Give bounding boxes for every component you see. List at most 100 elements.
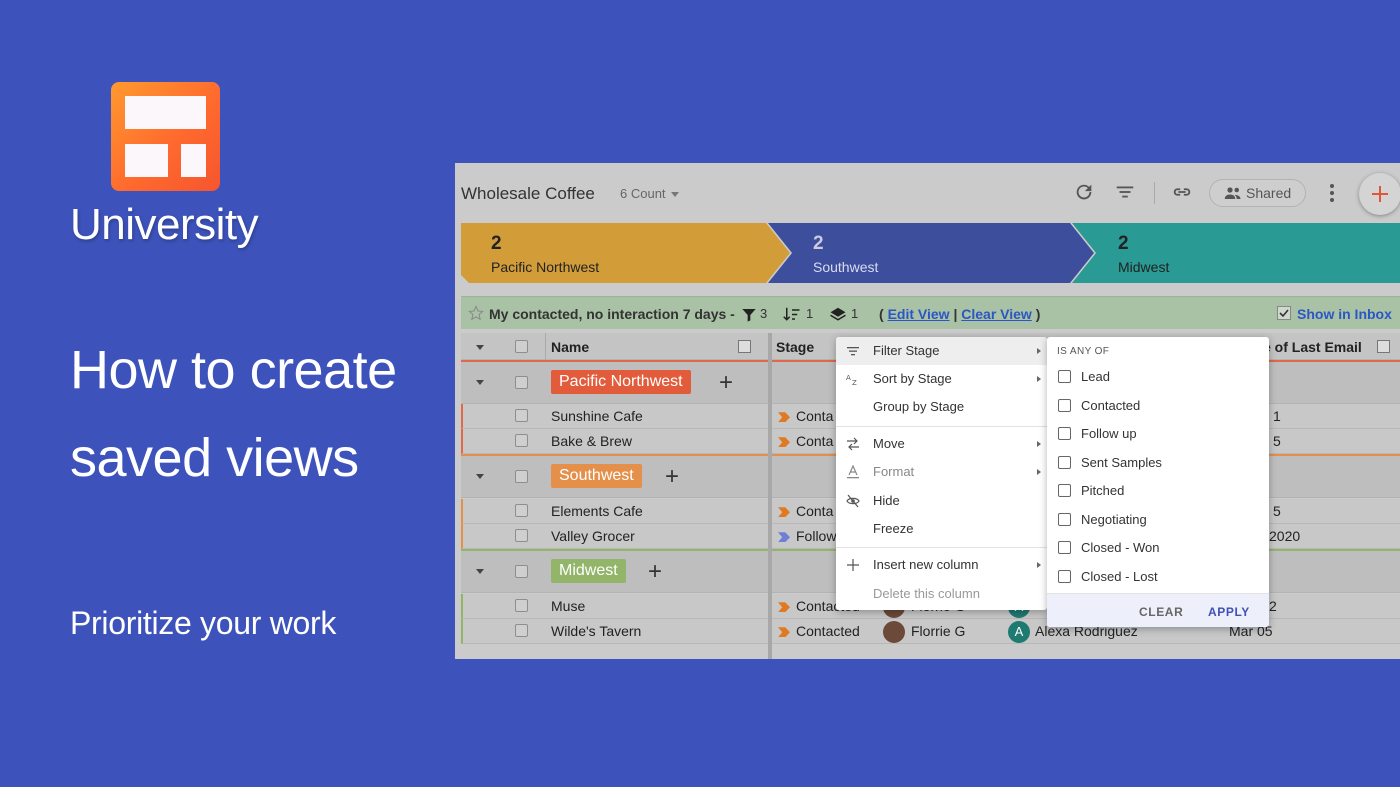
menu-item-hide[interactable]: Hide (836, 487, 1047, 515)
add-to-group-icon[interactable]: + (665, 465, 679, 489)
shared-button[interactable]: Shared (1209, 179, 1306, 207)
stage-chevron-icon (778, 532, 790, 543)
menu-item-delete-this-column[interactable]: Delete this column (836, 580, 1047, 608)
count-label: 6 Count (620, 186, 666, 201)
menu-item-format[interactable]: Format (836, 458, 1047, 486)
filter-option-closed-won[interactable]: Closed - Won (1047, 534, 1269, 562)
row-stage: Conta (778, 408, 833, 424)
select-all-checkbox[interactable] (515, 340, 528, 353)
stage-column-header[interactable]: Stage (776, 339, 814, 355)
option-checkbox[interactable] (1058, 399, 1071, 412)
option-checkbox[interactable] (1058, 570, 1071, 583)
plus-icon (1372, 186, 1388, 202)
add-to-group-icon[interactable]: + (648, 560, 662, 584)
row-last-email: 5 (1273, 433, 1281, 449)
row-checkbox[interactable] (515, 529, 528, 542)
filter-option-sent-samples[interactable]: Sent Samples (1047, 449, 1269, 477)
view-actions: ( Edit View | Clear View ) (879, 306, 1040, 322)
link-icon[interactable] (1171, 181, 1193, 203)
menu-item-label: Move (873, 436, 905, 451)
checkbox-checked-icon[interactable] (1277, 306, 1291, 320)
row-checkbox[interactable] (515, 504, 528, 517)
stage-count: 2 (1118, 233, 1129, 254)
headline-line-2: saved views (70, 428, 359, 488)
menu-item-move[interactable]: Move (836, 430, 1047, 458)
menu-item-sort-by-stage[interactable]: AZ Sort by Stage (836, 365, 1047, 393)
show-in-inbox-label: Show in Inbox (1297, 306, 1392, 322)
sort-az-icon: AZ (846, 374, 857, 386)
sort-count: 1 (806, 306, 814, 321)
add-to-group-icon[interactable]: + (719, 371, 733, 395)
filter-option-closed-lost[interactable]: Closed - Lost (1047, 563, 1269, 591)
row-name: Sunshine Cafe (551, 408, 643, 424)
stage-southwest[interactable]: 2 Southwest (775, 223, 1075, 283)
name-column-menu-icon[interactable] (738, 340, 751, 353)
option-label: Lead (1081, 369, 1110, 384)
row-name: Elements Cafe (551, 503, 643, 519)
row-checkbox[interactable] (515, 409, 528, 422)
submenu-arrow-icon (1037, 562, 1041, 568)
name-column-header[interactable]: Name (551, 339, 589, 355)
row-checkbox[interactable] (515, 624, 528, 637)
submenu-arrow-icon (1037, 348, 1041, 354)
show-in-inbox-link[interactable]: Show in Inbox (1297, 306, 1392, 322)
last-email-column-menu-icon[interactable] (1377, 340, 1390, 353)
submenu-title: IS ANY OF (1057, 346, 1110, 357)
submenu-arrow-icon (1037, 376, 1041, 382)
collapse-group-icon[interactable] (476, 474, 484, 479)
option-checkbox[interactable] (1058, 427, 1071, 440)
add-box-button[interactable] (1359, 173, 1400, 215)
filter-option-contacted[interactable]: Contacted (1047, 392, 1269, 420)
clear-view-link[interactable]: Clear View (961, 306, 1032, 322)
menu-item-label: Delete this column (873, 586, 980, 601)
stage-pacific-northwest[interactable]: 2 Pacific Northwest (455, 223, 775, 283)
row-checkbox[interactable] (515, 599, 528, 612)
row-stage-label: Conta (796, 503, 834, 519)
option-checkbox[interactable] (1058, 541, 1071, 554)
option-checkbox[interactable] (1058, 456, 1071, 469)
more-vert-icon[interactable] (1328, 183, 1336, 203)
svg-text:Z: Z (852, 379, 857, 386)
option-checkbox[interactable] (1058, 513, 1071, 526)
pipeline-title[interactable]: Wholesale Coffee (461, 184, 595, 204)
group-checkbox[interactable] (515, 565, 528, 578)
refresh-icon[interactable] (1073, 181, 1095, 203)
menu-item-freeze[interactable]: Freeze (836, 515, 1047, 543)
menu-item-label: Filter Stage (873, 343, 940, 358)
column-context-menu: Filter Stage AZ Sort by Stage Group by S… (836, 337, 1047, 610)
row-name: Wilde's Tavern (551, 623, 642, 639)
sort-icon (783, 307, 800, 321)
collapse-group-icon[interactable] (476, 569, 484, 574)
collapse-all-icon[interactable] (476, 345, 484, 350)
last-email-column-header[interactable]: e of Last Email (1263, 339, 1362, 355)
clear-button[interactable]: CLEAR (1139, 605, 1183, 619)
row-last-email: 1 (1273, 408, 1281, 424)
edit-view-link[interactable]: Edit View (888, 306, 950, 322)
row-stage: Contacted (778, 623, 860, 639)
option-checkbox[interactable] (1058, 370, 1071, 383)
filter-option-lead[interactable]: Lead (1047, 363, 1269, 391)
menu-item-group-by-stage[interactable]: Group by Stage (836, 393, 1047, 421)
menu-item-insert-new-column[interactable]: Insert new column (836, 551, 1047, 579)
streak-logo (111, 82, 220, 191)
stage-chevron-icon (778, 627, 790, 638)
filter-option-negotiating[interactable]: Negotiating (1047, 506, 1269, 534)
menu-item-filter-stage[interactable]: Filter Stage (836, 337, 1047, 365)
apply-button[interactable]: APPLY (1208, 605, 1250, 619)
group-checkbox[interactable] (515, 470, 528, 483)
option-checkbox[interactable] (1058, 484, 1071, 497)
filter-option-pitched[interactable]: Pitched (1047, 477, 1269, 505)
headline-line-1: How to create (70, 340, 397, 400)
collapse-group-icon[interactable] (476, 380, 484, 385)
stage-midwest[interactable]: 2 Midwest (1075, 223, 1400, 283)
row-checkbox[interactable] (515, 434, 528, 447)
count-dropdown[interactable]: 6 Count (620, 186, 679, 201)
row-stage: Follow (778, 528, 836, 544)
row-last-email: 2 (1269, 598, 1277, 614)
filter-icon[interactable] (1114, 181, 1136, 203)
group-checkbox[interactable] (515, 376, 528, 389)
frozen-column-divider[interactable] (768, 333, 772, 659)
star-icon[interactable] (468, 305, 484, 321)
filter-option-follow-up[interactable]: Follow up (1047, 420, 1269, 448)
menu-item-label: Format (873, 464, 915, 479)
